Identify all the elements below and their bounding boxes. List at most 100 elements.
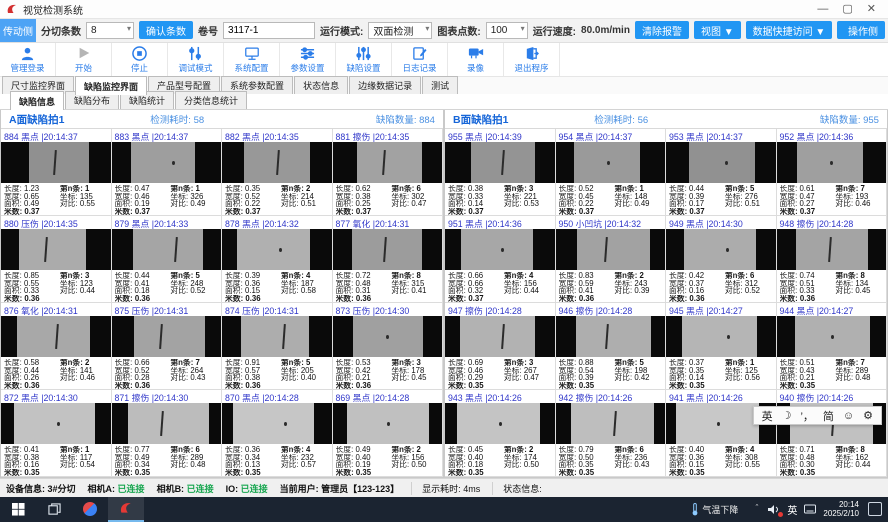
weather-widget[interactable]: 气温下降 xyxy=(685,503,744,516)
defect-cell[interactable]: 944 黑点 |20:14:27 长度: 0.51 宽度: 0.43 面积: 0… xyxy=(777,303,888,390)
defect-image[interactable] xyxy=(1,229,111,270)
defect-cell[interactable]: 875 压伤 |20:14:31 长度: 0.66 宽度: 0.52 面积: 0… xyxy=(112,303,223,390)
record-video-button[interactable]: 录像 xyxy=(448,43,504,77)
defect-cell[interactable]: 943 黑点 |20:14:26 长度: 0.45 宽度: 0.40 面积: 0… xyxy=(445,390,556,477)
maximize-button[interactable]: ▢ xyxy=(842,0,852,18)
defect-image[interactable] xyxy=(222,316,332,357)
confirm-count-button[interactable]: 确认条数 xyxy=(139,21,193,39)
defect-cell[interactable]: 874 压伤 |20:14:31 长度: 0.91 宽度: 0.57 面积: 0… xyxy=(222,303,333,390)
defect-cell[interactable]: 940 擦伤 |20:14:26 长度: 0.71 宽度: 0.48 面积: 0… xyxy=(777,390,888,477)
task-view-button[interactable] xyxy=(36,497,72,522)
ime-language-indicator[interactable]: 英 xyxy=(787,502,797,517)
tray-chevron-icon[interactable]: ＾ xyxy=(752,503,761,516)
defect-cell[interactable]: 950 小凹坑 |20:14:32 长度: 0.83 宽度: 0.59 面积: … xyxy=(556,216,667,303)
defect-cell[interactable]: 879 黑点 |20:14:33 长度: 0.44 宽度: 0.41 面积: 0… xyxy=(112,216,223,303)
system-config-button[interactable]: 系统配置 xyxy=(224,43,280,77)
defect-image[interactable] xyxy=(1,403,111,444)
view-menu-button[interactable]: 视图 ▼ xyxy=(694,21,741,39)
ime-emoji-icon[interactable]: ☺ xyxy=(843,410,854,422)
minimize-button[interactable]: — xyxy=(817,0,828,18)
defect-cell[interactable]: 881 擦伤 |20:14:35 长度: 0.62 宽度: 0.38 面积: 0… xyxy=(333,129,444,216)
defect-image[interactable] xyxy=(445,142,555,183)
defect-image[interactable] xyxy=(556,316,666,357)
defect-image[interactable] xyxy=(333,316,443,357)
ime-lang-toggle[interactable]: 英 xyxy=(762,408,773,424)
defect-image[interactable] xyxy=(112,316,222,357)
ime-punctuation-toggle[interactable]: ’， xyxy=(800,408,813,424)
defect-cell[interactable]: 948 擦伤 |20:14:28 长度: 0.74 宽度: 0.51 面积: 0… xyxy=(777,216,888,303)
defect-cell[interactable]: 877 氧化 |20:14:31 长度: 0.72 宽度: 0.48 面积: 0… xyxy=(333,216,444,303)
defect-image[interactable] xyxy=(112,142,222,183)
defect-cell[interactable]: 953 黑点 |20:14:37 长度: 0.44 宽度: 0.39 面积: 0… xyxy=(666,129,777,216)
defect-cell[interactable]: 941 黑点 |20:14:26 长度: 0.40 宽度: 0.36 面积: 0… xyxy=(666,390,777,477)
defect-image[interactable] xyxy=(556,229,666,270)
defect-image[interactable] xyxy=(445,316,555,357)
roll-number-input[interactable] xyxy=(223,22,315,39)
defect-cell[interactable]: 876 氧化 |20:14:31 长度: 0.58 宽度: 0.44 面积: 0… xyxy=(1,303,112,390)
ime-settings-gear-icon[interactable]: ⚙ xyxy=(863,409,873,422)
clear-alarm-button[interactable]: 清除报警 xyxy=(635,21,689,39)
defect-image[interactable] xyxy=(445,403,555,444)
defect-image[interactable] xyxy=(112,403,222,444)
ime-simplified-toggle[interactable]: 简 xyxy=(823,408,834,424)
defect-image[interactable] xyxy=(333,142,443,183)
data-quick-access-menu-button[interactable]: 数据快捷访问 ▼ xyxy=(746,21,833,39)
defect-image[interactable] xyxy=(777,142,887,183)
defect-image[interactable] xyxy=(222,403,332,444)
volume-icon[interactable] xyxy=(768,504,780,515)
taskbar-app-inspection[interactable] xyxy=(108,497,144,522)
defect-image[interactable] xyxy=(777,229,887,270)
defect-cell[interactable]: 949 黑点 |20:14:30 长度: 0.42 宽度: 0.37 面积: 0… xyxy=(666,216,777,303)
defect-image[interactable] xyxy=(333,229,443,270)
defect-cell[interactable]: 954 黑点 |20:14:37 长度: 0.52 宽度: 0.45 面积: 0… xyxy=(556,129,667,216)
split-count-combo[interactable]: 8 xyxy=(86,22,134,39)
defect-image[interactable] xyxy=(222,229,332,270)
defect-cell[interactable]: 873 压伤 |20:14:30 长度: 0.53 宽度: 0.42 面积: 0… xyxy=(333,303,444,390)
defect-image[interactable] xyxy=(222,142,332,183)
defect-cell[interactable]: 883 黑点 |20:14:37 长度: 0.47 宽度: 0.46 面积: 0… xyxy=(112,129,223,216)
operator-side-button[interactable]: 操作侧 xyxy=(841,21,885,39)
action-center-icon[interactable] xyxy=(868,502,882,516)
defect-image[interactable] xyxy=(666,229,776,270)
defect-image[interactable] xyxy=(556,142,666,183)
tab-defect-monitor[interactable]: 缺陷监控界面 xyxy=(75,76,147,95)
defect-image[interactable] xyxy=(112,229,222,270)
defect-cell[interactable]: 869 黑点 |20:14:28 长度: 0.49 宽度: 0.40 面积: 0… xyxy=(333,390,444,477)
debug-mode-button[interactable]: 调试模式 xyxy=(168,43,224,77)
defect-cell[interactable]: 951 黑点 |20:14:36 长度: 0.66 宽度: 0.66 面积: 0… xyxy=(445,216,556,303)
close-button[interactable]: ✕ xyxy=(867,0,876,18)
defect-cell[interactable]: 882 黑点 |20:14:35 长度: 0.35 宽度: 0.52 面积: 0… xyxy=(222,129,333,216)
defect-image[interactable] xyxy=(556,403,666,444)
tab-edge-data-record[interactable]: 边缘数据记录 xyxy=(349,76,421,94)
start-button[interactable]: 开始 xyxy=(56,43,112,77)
defect-cell[interactable]: 870 黑点 |20:14:28 长度: 0.36 宽度: 0.34 面积: 0… xyxy=(222,390,333,477)
subtab-defect-info[interactable]: 缺陷信息 xyxy=(10,91,64,110)
defect-cell[interactable]: 947 擦伤 |20:14:28 长度: 0.69 宽度: 0.46 面积: 0… xyxy=(445,303,556,390)
exit-program-button[interactable]: 退出程序 xyxy=(504,43,560,77)
defect-cell[interactable]: 871 擦伤 |20:14:30 长度: 0.77 宽度: 0.49 面积: 0… xyxy=(112,390,223,477)
chart-points-combo[interactable]: 100 xyxy=(486,22,528,39)
defect-image[interactable] xyxy=(1,142,111,183)
drive-side-button[interactable]: 传动侧 xyxy=(0,19,36,41)
ime-moon-icon[interactable]: ☽ xyxy=(782,409,792,422)
params-settings-button[interactable]: 参数设置 xyxy=(280,43,336,77)
defect-image[interactable] xyxy=(666,142,776,183)
defect-cell[interactable]: 884 黑点 |20:14:37 长度: 1.23 宽度: 0.65 面积: 0… xyxy=(1,129,112,216)
stop-button[interactable]: 停止 xyxy=(112,43,168,77)
defect-image[interactable] xyxy=(777,316,887,357)
defect-cell[interactable]: 942 擦伤 |20:14:26 长度: 0.79 宽度: 0.50 面积: 0… xyxy=(556,390,667,477)
admin-login-button[interactable]: 管理登录 xyxy=(0,43,56,77)
defect-cell[interactable]: 878 黑点 |20:14:32 长度: 0.39 宽度: 0.36 面积: 0… xyxy=(222,216,333,303)
defect-image[interactable] xyxy=(333,403,443,444)
taskbar-app-browser[interactable] xyxy=(72,497,108,522)
defect-cell[interactable]: 880 压伤 |20:14:35 长度: 0.85 宽度: 0.55 面积: 0… xyxy=(1,216,112,303)
tab-test[interactable]: 测试 xyxy=(422,76,458,94)
defect-cell[interactable]: 945 黑点 |20:14:27 长度: 0.37 宽度: 0.35 面积: 0… xyxy=(666,303,777,390)
start-button[interactable] xyxy=(0,497,36,522)
defect-image[interactable] xyxy=(1,316,111,357)
defect-cell[interactable]: 872 黑点 |20:14:30 长度: 0.41 宽度: 0.38 面积: 0… xyxy=(1,390,112,477)
taskbar-clock[interactable]: 20:14 2025/2/10 xyxy=(823,500,861,518)
touch-keyboard-icon[interactable] xyxy=(804,504,816,515)
defect-settings-button[interactable]: 缺陷设置 xyxy=(336,43,392,77)
defect-cell[interactable]: 946 擦伤 |20:14:28 长度: 0.88 宽度: 0.54 面积: 0… xyxy=(556,303,667,390)
